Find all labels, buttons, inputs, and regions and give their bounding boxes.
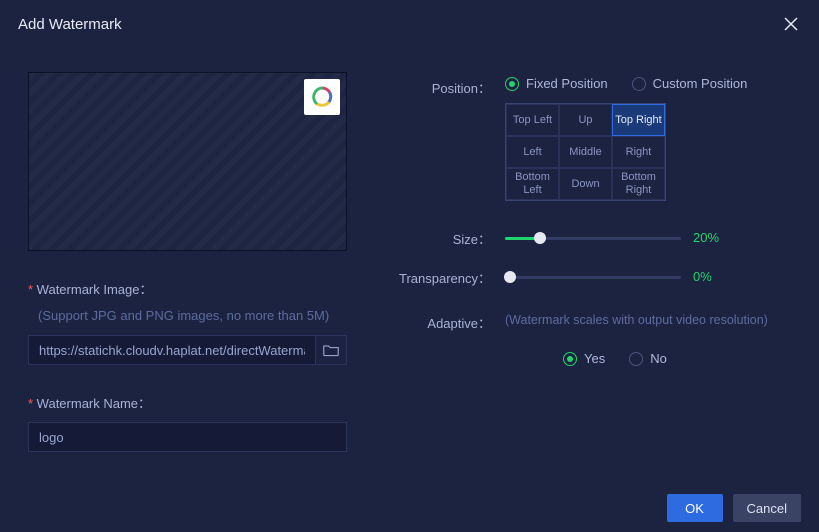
position-cell[interactable]: Right <box>612 136 665 168</box>
close-button[interactable] <box>781 14 801 34</box>
radio-fixed-position[interactable]: Fixed Position <box>505 76 608 91</box>
preview-watermark-thumb <box>304 79 340 115</box>
position-cell[interactable]: Bottom Left <box>506 168 559 200</box>
cancel-button[interactable]: Cancel <box>733 494 801 522</box>
size-label: Size： <box>399 227 505 248</box>
size-value: 20% <box>693 230 719 245</box>
watermark-preview <box>28 72 347 251</box>
radio-fixed-label: Fixed Position <box>526 76 608 91</box>
radio-dot-icon <box>563 352 577 366</box>
watermark-image-hint: (Support JPG and PNG images, no more tha… <box>28 308 353 323</box>
position-cell[interactable]: Top Right <box>612 104 665 136</box>
titlebar: Add Watermark <box>0 0 819 48</box>
transparency-row: Transparency： 0% <box>399 266 791 287</box>
adaptive-row: Adaptive： (Watermark scales with output … <box>399 311 791 366</box>
position-row: Position： Fixed Position Custom Position… <box>399 76 791 201</box>
adaptive-label: Adaptive： <box>399 311 505 332</box>
browse-button[interactable] <box>315 335 347 365</box>
radio-adaptive-yes[interactable]: Yes <box>563 351 605 366</box>
size-row: Size： 20% <box>399 227 791 248</box>
watermark-name-field: Watermark Name： <box>28 393 353 452</box>
watermark-image-field: Watermark Image： (Support JPG and PNG im… <box>28 279 353 365</box>
position-cell[interactable]: Up <box>559 104 612 136</box>
position-label: Position： <box>399 76 505 97</box>
position-cell[interactable]: Middle <box>559 136 612 168</box>
watermark-image-input[interactable] <box>28 335 315 365</box>
radio-no-label: No <box>650 351 667 366</box>
position-grid: Top LeftUpTop RightLeftMiddleRightBottom… <box>505 103 666 201</box>
watermark-name-input[interactable] <box>28 422 347 452</box>
radio-dot-icon <box>505 77 519 91</box>
folder-icon <box>323 343 339 357</box>
radio-adaptive-no[interactable]: No <box>629 351 667 366</box>
position-cell[interactable]: Top Left <box>506 104 559 136</box>
ok-button[interactable]: OK <box>667 494 723 522</box>
adaptive-hint: (Watermark scales with output video reso… <box>505 313 791 327</box>
dialog-footer: OK Cancel <box>0 484 819 532</box>
radio-yes-label: Yes <box>584 351 605 366</box>
transparency-label: Transparency： <box>399 266 505 287</box>
radio-dot-icon <box>632 77 646 91</box>
position-cell[interactable]: Left <box>506 136 559 168</box>
close-icon <box>783 16 799 32</box>
position-cell[interactable]: Bottom Right <box>612 168 665 200</box>
logo-icon <box>310 85 334 109</box>
radio-dot-icon <box>629 352 643 366</box>
dialog-title: Add Watermark <box>18 16 122 33</box>
transparency-slider[interactable] <box>505 270 681 284</box>
left-pane: Watermark Image： (Support JPG and PNG im… <box>28 72 353 452</box>
watermark-name-label: Watermark Name： <box>28 393 353 412</box>
transparency-value: 0% <box>693 269 712 284</box>
right-pane: Position： Fixed Position Custom Position… <box>399 72 791 452</box>
size-slider[interactable] <box>505 231 681 245</box>
radio-custom-position[interactable]: Custom Position <box>632 76 748 91</box>
position-cell[interactable]: Down <box>559 168 612 200</box>
radio-custom-label: Custom Position <box>653 76 748 91</box>
watermark-image-label: Watermark Image： <box>28 279 353 298</box>
dialog-body: Watermark Image： (Support JPG and PNG im… <box>0 48 819 452</box>
